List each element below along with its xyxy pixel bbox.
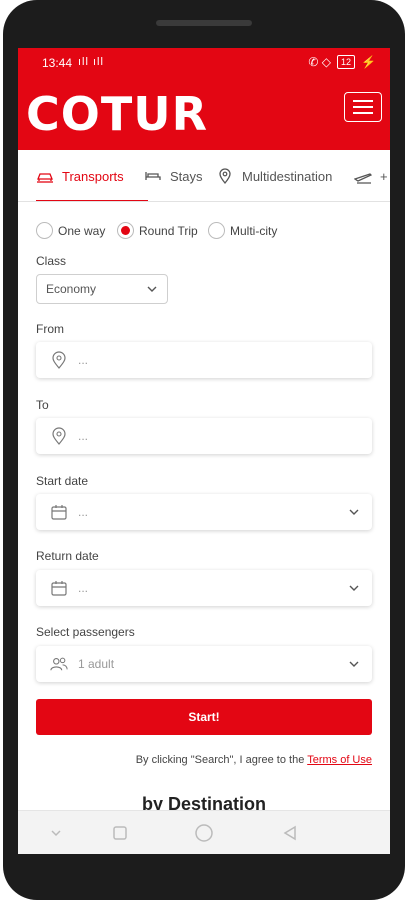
passengers-select[interactable]: 1 adult — [36, 646, 372, 682]
consent-prefix: By clicking "Search", I agree to the — [135, 754, 308, 766]
to-placeholder: ... — [78, 429, 89, 443]
tab-label: + — [380, 168, 388, 184]
tab-label: Transports — [62, 168, 124, 184]
tab-transports[interactable]: Transports — [36, 150, 148, 201]
radio-round-trip[interactable]: Round Trip — [117, 222, 198, 239]
radio-circle[interactable] — [36, 222, 53, 239]
pin-icon — [50, 351, 68, 369]
terms-of-use-link[interactable]: Terms of Use — [307, 754, 372, 766]
home-icon[interactable] — [194, 823, 214, 843]
chevron-down-icon — [147, 286, 157, 292]
pin-icon — [50, 427, 68, 445]
calendar-icon — [50, 503, 68, 521]
tab-multidestination[interactable]: Multidestination — [216, 150, 333, 201]
plane-icon — [354, 173, 372, 184]
bed-icon — [145, 172, 161, 180]
trip-type-group: One way Round Trip Multi-city — [36, 222, 374, 244]
app-header: COTUR — [18, 78, 390, 150]
to-input[interactable]: ... — [36, 418, 372, 454]
radio-circle-checked[interactable] — [117, 222, 134, 239]
start-date-label: Start date — [36, 474, 89, 488]
start-date-input[interactable]: ... — [36, 494, 372, 530]
app-screen: 13:44 ıll ıll ✆ ◇ 12 ⚡ COTUR Transports — [18, 48, 390, 854]
class-select[interactable]: Economy — [36, 274, 168, 304]
tab-label: Multidestination — [242, 168, 333, 184]
start-button[interactable]: Start! — [36, 699, 372, 735]
chevron-down-icon[interactable] — [46, 823, 66, 843]
calendar-icon — [50, 579, 68, 597]
return-date-label: Return date — [36, 549, 99, 563]
phone-frame: 13:44 ıll ıll ✆ ◇ 12 ⚡ COTUR Transports — [0, 0, 408, 900]
passengers-label: Select passengers — [36, 625, 135, 639]
call-icon: ✆ ◇ — [308, 55, 332, 69]
status-right: ✆ ◇ 12 ⚡ — [308, 55, 376, 69]
recents-icon[interactable] — [110, 823, 130, 843]
from-input[interactable]: ... — [36, 342, 372, 378]
charging-icon: ⚡ — [361, 55, 376, 69]
battery-icon: 12 — [337, 55, 356, 69]
speaker-grille — [156, 20, 252, 26]
tab-label: Stays — [170, 168, 203, 184]
chevron-down-icon — [349, 661, 359, 667]
chevron-down-icon — [349, 585, 359, 591]
class-label: Class — [36, 254, 67, 268]
passengers-value: 1 adult — [78, 657, 115, 671]
start-date-placeholder: ... — [78, 505, 89, 519]
car-icon — [37, 173, 53, 183]
radio-label: Round Trip — [139, 223, 198, 238]
tab-flight-plus[interactable]: + — [354, 150, 388, 201]
status-bar: 13:44 ıll ıll ✆ ◇ 12 ⚡ — [18, 48, 390, 78]
radio-multi-city[interactable]: Multi-city — [208, 222, 277, 239]
radio-one-way[interactable]: One way — [36, 222, 105, 239]
radio-circle[interactable] — [208, 222, 225, 239]
tabs-bar: Transports Stays Multidestination + — [18, 150, 390, 202]
signal-icon: ıll ıll — [78, 56, 104, 68]
pin-icon — [219, 168, 231, 185]
cotur-logo[interactable]: COTUR — [26, 88, 208, 140]
return-date-placeholder: ... — [78, 581, 89, 595]
consent-text: By clicking "Search", I agree to the Ter… — [136, 754, 372, 766]
tab-stays[interactable]: Stays — [144, 150, 203, 201]
status-time: 13:44 — [42, 56, 73, 70]
chevron-down-icon — [349, 509, 359, 515]
system-nav-bar — [18, 810, 390, 854]
people-icon — [50, 655, 68, 673]
from-label: From — [36, 322, 64, 336]
back-icon[interactable] — [280, 823, 300, 843]
class-value: Economy — [46, 282, 97, 296]
radio-label: One way — [58, 223, 106, 238]
hamburger-icon[interactable] — [344, 92, 382, 122]
from-placeholder: ... — [78, 353, 89, 367]
return-date-input[interactable]: ... — [36, 570, 372, 606]
radio-label: Multi-city — [230, 223, 278, 238]
to-label: To — [36, 398, 49, 412]
